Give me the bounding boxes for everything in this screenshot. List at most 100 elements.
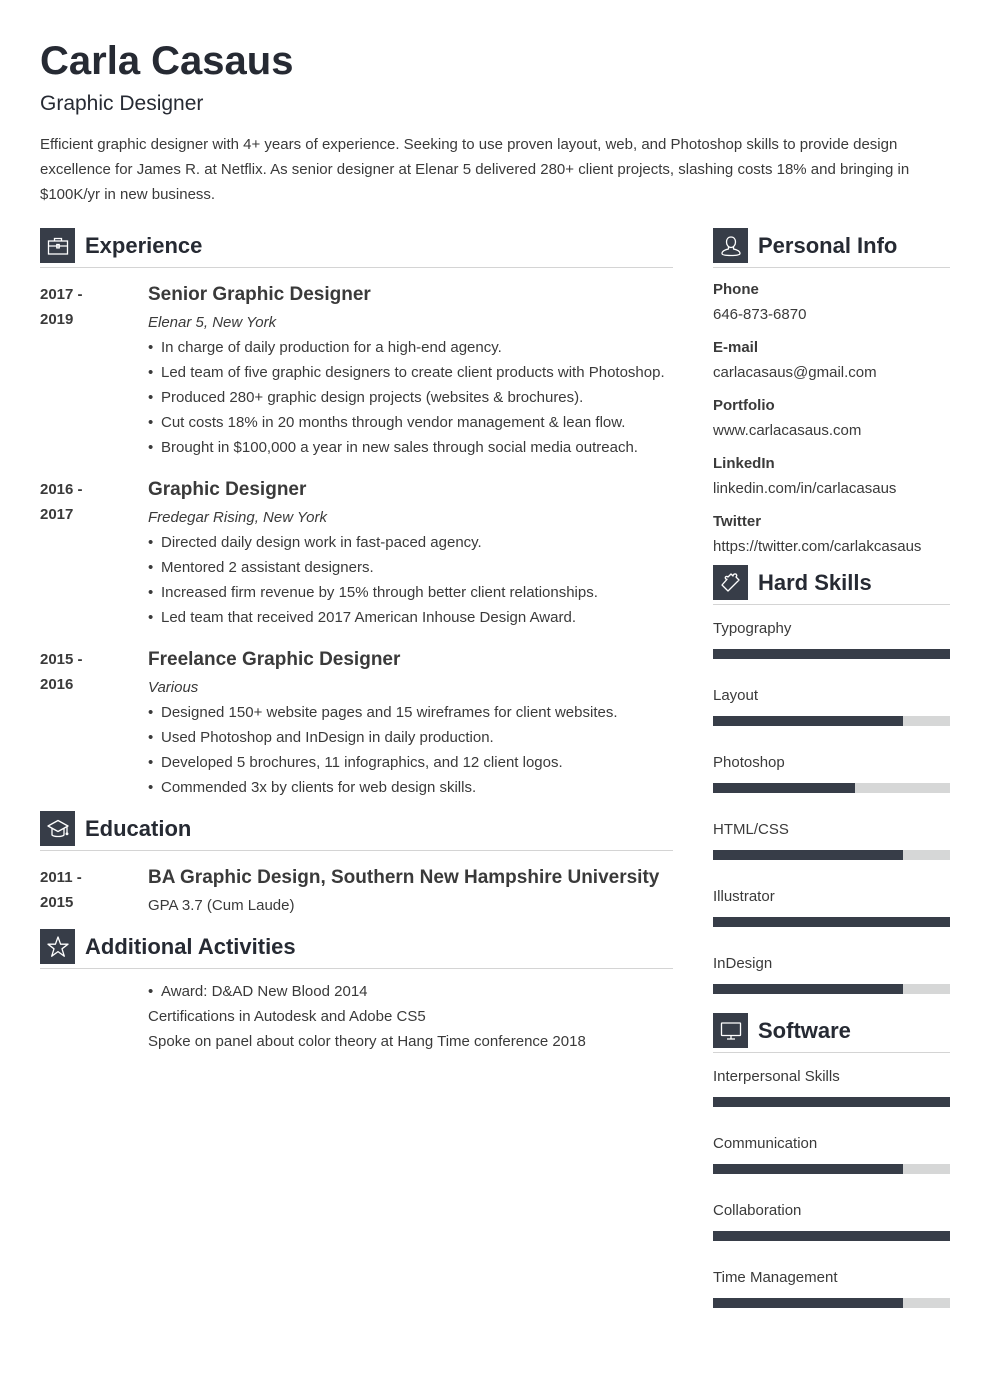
briefcase-icon: [40, 228, 75, 263]
summary-paragraph: Efficient graphic designer with 4+ years…: [40, 136, 910, 203]
experience-entry: 2015 - 2016 Freelance Graphic Designer V…: [40, 645, 673, 800]
skill-item: Communication: [713, 1131, 950, 1174]
date-start: 2016 -: [40, 481, 83, 498]
skill-level-bar: [713, 649, 950, 659]
phone-value[interactable]: 646-873-6870: [713, 302, 950, 327]
skill-label: Photoshop: [713, 754, 785, 771]
bullet-item: Award: D&AD New Blood 2014: [148, 979, 673, 1004]
skill-level-bar: [713, 716, 950, 726]
info-item-twitter: Twitter https://twitter.com/carlakcasaus: [713, 509, 950, 559]
bullet-item: Brought in $100,000 a year in new sales …: [148, 435, 673, 460]
portfolio-link[interactable]: www.carlacasaus.com: [713, 418, 950, 443]
date-spacer: [40, 979, 148, 1054]
company: Fredegar Rising, New York: [148, 509, 327, 526]
candidate-name: Carla Casaus: [40, 39, 294, 83]
skill-level-bar: [713, 783, 950, 793]
graduation-cap-icon: [40, 811, 75, 846]
bullet-item: Led team of five graphic designers to cr…: [148, 360, 673, 385]
skill-level-bar: [713, 1097, 950, 1107]
personal-info-section: Personal Info Phone 646-873-6870 E-mail …: [713, 228, 950, 559]
bullet-item: Led team that received 2017 American Inh…: [148, 605, 673, 630]
skill-label: Interpersonal Skills: [713, 1068, 840, 1085]
date-start: 2017 -: [40, 286, 83, 303]
section-header: Education: [40, 811, 673, 851]
experience-section: Experience 2017 - 2019 Senior Graphic De…: [40, 228, 673, 800]
experience-entry: 2017 - 2019 Senior Graphic Designer Elen…: [40, 280, 673, 460]
bullet-item: Produced 280+ graphic design projects (w…: [148, 385, 673, 410]
info-label: Portfolio: [713, 397, 775, 414]
skill-label: Collaboration: [713, 1202, 802, 1219]
bullet-list: Award: D&AD New Blood 2014: [148, 979, 673, 1004]
entry-date: 2015 - 2016: [40, 645, 148, 800]
info-label: LinkedIn: [713, 455, 775, 472]
entry-body: Graphic Designer Fredegar Rising, New Yo…: [148, 475, 673, 630]
education-detail: GPA 3.7 (Cum Laude): [148, 897, 295, 914]
skill-level-fill: [713, 984, 903, 994]
activities-entry: Award: D&AD New Blood 2014 Certification…: [40, 979, 673, 1054]
bullet-item: Used Photoshop and InDesign in daily pro…: [148, 725, 673, 750]
education-section: Education 2011 - 2015 BA Graphic Design,…: [40, 811, 673, 918]
section-title: Additional Activities: [85, 933, 296, 959]
linkedin-link[interactable]: linkedin.com/in/carlacasaus: [713, 476, 950, 501]
info-item-email: E-mail carlacasaus@gmail.com: [713, 335, 950, 385]
twitter-link[interactable]: https://twitter.com/carlakcasaus: [713, 534, 950, 559]
job-title: Senior Graphic Designer: [148, 284, 371, 305]
skill-item: Collaboration: [713, 1198, 950, 1241]
monitor-icon: [713, 1013, 748, 1048]
info-label: Twitter: [713, 513, 762, 530]
skill-item: Typography: [713, 616, 950, 659]
info-item-portfolio: Portfolio www.carlacasaus.com: [713, 393, 950, 443]
skill-level-bar: [713, 1164, 950, 1174]
skill-list: Typography Layout Photoshop HTML/CSS Ill…: [713, 616, 950, 994]
section-header: Personal Info: [713, 228, 950, 268]
entry-date: 2011 - 2015: [40, 863, 148, 918]
skill-label: Time Management: [713, 1269, 838, 1286]
degree: BA Graphic Design, Southern New Hampshir…: [148, 867, 660, 888]
info-label: Phone: [713, 281, 759, 298]
hard-skills-section: Hard Skills Typography Layout Photoshop …: [713, 565, 950, 994]
section-title: Hard Skills: [758, 569, 872, 595]
skill-level-bar: [713, 1231, 950, 1241]
activity-line: Spoke on panel about color theory at Han…: [148, 1033, 586, 1050]
skill-level-fill: [713, 649, 950, 659]
skill-item: Interpersonal Skills: [713, 1064, 950, 1107]
skill-label: Typography: [713, 620, 792, 637]
section-header: Hard Skills: [713, 565, 950, 605]
puzzle-piece-icon: [713, 565, 748, 600]
skill-item: InDesign: [713, 951, 950, 994]
email-link[interactable]: carlacasaus@gmail.com: [713, 360, 950, 385]
section-header: Experience: [40, 228, 673, 268]
date-start: 2011 -: [40, 869, 82, 886]
skill-level-fill: [713, 850, 903, 860]
entry-body: Award: D&AD New Blood 2014 Certification…: [148, 979, 673, 1054]
date-end: 2019: [40, 311, 74, 328]
entry-date: 2016 - 2017: [40, 475, 148, 630]
skill-level-bar: [713, 1298, 950, 1308]
date-end: 2015: [40, 894, 74, 911]
date-end: 2017: [40, 506, 74, 523]
skill-level-fill: [713, 917, 950, 927]
bullet-item: Increased firm revenue by 15% through be…: [148, 580, 673, 605]
bullet-item: Commended 3x by clients for web design s…: [148, 775, 673, 800]
skill-level-bar: [713, 917, 950, 927]
skill-item: HTML/CSS: [713, 817, 950, 860]
entry-body: BA Graphic Design, Southern New Hampshir…: [148, 863, 673, 918]
entry-body: Freelance Graphic Designer Various Desig…: [148, 645, 673, 800]
skill-level-fill: [713, 1298, 903, 1308]
skill-label: HTML/CSS: [713, 821, 789, 838]
star-icon: [40, 929, 75, 964]
skill-label: Layout: [713, 687, 759, 704]
left-column: Experience 2017 - 2019 Senior Graphic De…: [40, 228, 673, 1054]
entry-body: Senior Graphic Designer Elenar 5, New Yo…: [148, 280, 673, 460]
date-end: 2016: [40, 676, 74, 693]
software-section: Software Interpersonal Skills Communicat…: [713, 1013, 950, 1308]
skill-item: Photoshop: [713, 750, 950, 793]
skill-label: InDesign: [713, 955, 773, 972]
section-title: Experience: [85, 232, 203, 258]
user-icon: [713, 228, 748, 263]
skill-level-fill: [713, 1164, 903, 1174]
bullet-list: Designed 150+ website pages and 15 wiref…: [148, 700, 673, 800]
info-item-phone: Phone 646-873-6870: [713, 277, 950, 327]
skill-level-bar: [713, 850, 950, 860]
date-start: 2015 -: [40, 651, 83, 668]
